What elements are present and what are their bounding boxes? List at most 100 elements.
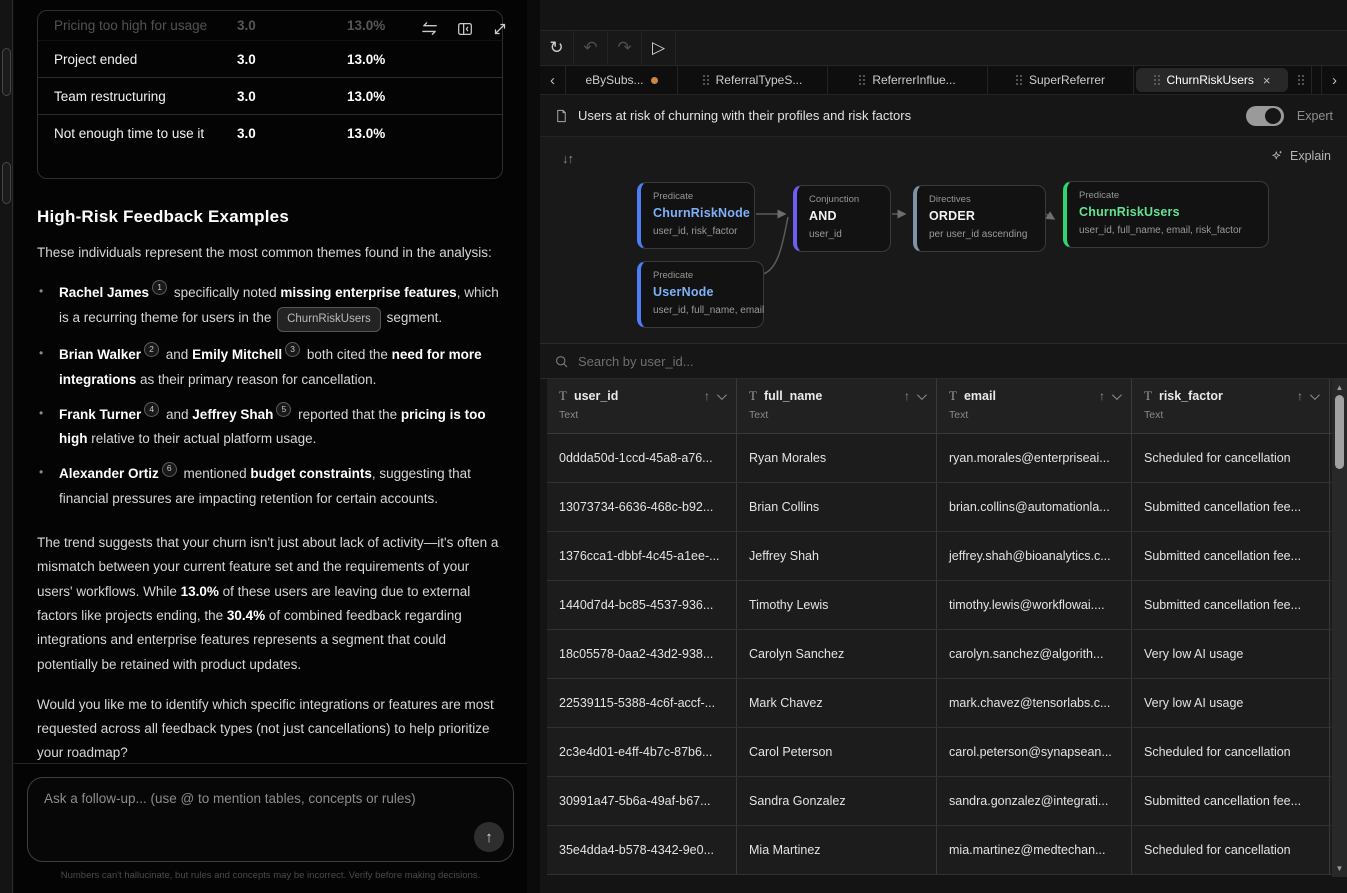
rail-handle[interactable] [2,48,11,96]
table-cell[interactable]: 1440d7d4-bc85-4537-936... [547,581,737,629]
query-node[interactable]: Conjunction AND user_id [793,185,891,252]
editor-tab[interactable]: ChurnRiskUsers × [1136,68,1288,92]
table-cell[interactable]: Jeffrey Shah [737,532,937,580]
table-cell[interactable]: 13073734-6636-468c-b92... [547,483,737,531]
search-input[interactable] [578,354,1333,369]
table-cell[interactable]: Submitted cancellation fee... [1132,777,1330,825]
followup-input-box[interactable]: ↑ [27,777,514,862]
table-cell[interactable]: Brian Collins [737,483,937,531]
citation-badge[interactable]: 3 [285,342,300,357]
table-cell[interactable]: Carol Peterson [737,728,937,776]
table-cell[interactable]: 30991a47-5b6a-49af-b67... [547,777,737,825]
table-cell[interactable]: 0ddda50d-1ccd-45a8-a76... [547,434,737,482]
swap-columns-icon[interactable] [420,20,439,39]
table-cell[interactable]: Timothy Lewis [737,581,937,629]
table-cell[interactable]: Scheduled for cancellation [1132,728,1330,776]
send-button[interactable]: ↑ [474,822,504,852]
sort-ascending-icon[interactable]: ↑ [904,389,910,403]
table-row[interactable]: 35e4dda4-b578-4342-9e0...Mia Martinezmia… [547,826,1347,875]
chevron-down-icon[interactable] [917,390,927,400]
editor-tab[interactable]: ReferralTypeS... [678,66,828,94]
table-row[interactable]: 1376cca1-dbbf-4c45-a1ee-...Jeffrey Shahj… [547,532,1347,581]
query-node[interactable]: Predicate ChurnRiskNode user_id, risk_fa… [637,182,755,249]
drag-handle-icon[interactable] [703,75,709,85]
table-cell[interactable]: Sandra Gonzalez [737,777,937,825]
table-cell[interactable]: brian.collins@automationla... [937,483,1132,531]
editor-tab[interactable]: eBySubs... [566,66,678,94]
table-cell[interactable]: Submitted cancellation fee... [1132,532,1330,580]
sort-ascending-icon[interactable]: ↑ [1297,389,1303,403]
query-node[interactable]: Predicate ChurnRiskUsers user_id, full_n… [1063,181,1269,248]
citation-badge[interactable]: 4 [144,402,159,417]
citation-badge[interactable]: 5 [276,402,291,417]
query-node[interactable]: Directives ORDER per user_id ascending [913,185,1046,252]
table-cell[interactable]: sandra.gonzalez@integrati... [937,777,1132,825]
column-header[interactable]: T full_name ↑ Text [737,379,937,433]
followup-input[interactable] [28,778,513,861]
expand-icon[interactable] [491,20,509,39]
table-row[interactable]: 30991a47-5b6a-49af-b67...Sandra Gonzalez… [547,777,1347,826]
table-cell[interactable]: carol.peterson@synapsean... [937,728,1132,776]
split-panel-icon[interactable] [456,20,474,39]
table-row[interactable]: 1440d7d4-bc85-4537-936...Timothy Lewisti… [547,581,1347,630]
table-cell[interactable]: Mark Chavez [737,679,937,727]
table-cell[interactable]: 35e4dda4-b578-4342-9e0... [547,826,737,874]
citation-badge[interactable]: 2 [144,342,159,357]
citation-badge[interactable]: 6 [162,462,177,477]
refresh-icon[interactable]: ↻ [540,31,574,65]
sort-ascending-icon[interactable]: ↑ [1099,389,1105,403]
table-cell[interactable]: jeffrey.shah@bioanalytics.c... [937,532,1132,580]
table-cell[interactable]: Submitted cancellation fee... [1132,483,1330,531]
table-cell[interactable]: Scheduled for cancellation [1132,434,1330,482]
column-header[interactable]: T email ↑ Text [937,379,1132,433]
table-cell[interactable]: 18c05578-0aa2-43d2-938... [547,630,737,678]
expert-toggle[interactable] [1246,106,1284,126]
close-icon[interactable]: × [1263,73,1271,88]
table-cell[interactable]: timothy.lewis@workflowai.... [937,581,1132,629]
table-cell[interactable]: carolyn.sanchez@algorith... [937,630,1132,678]
table-row[interactable]: 22539115-5388-4c6f-accf-...Mark Chavezma… [547,679,1347,728]
column-header[interactable]: T user_id ↑ Text [547,379,737,433]
table-cell[interactable]: Very low AI usage [1132,630,1330,678]
explain-button[interactable]: Explain [1270,149,1331,163]
scrollbar-thumb[interactable] [1335,395,1344,469]
table-cell[interactable]: mia.martinez@medtechan... [937,826,1132,874]
table-cell[interactable]: Carolyn Sanchez [737,630,937,678]
table-row[interactable]: 18c05578-0aa2-43d2-938...Carolyn Sanchez… [547,630,1347,679]
table-cell[interactable]: ryan.morales@enterpriseai... [937,434,1132,482]
table-cell[interactable]: Mia Martinez [737,826,937,874]
sort-ascending-icon[interactable]: ↑ [704,389,710,403]
table-cell[interactable]: 1376cca1-dbbf-4c45-a1ee-... [547,532,737,580]
redo-icon[interactable]: ↷ [608,31,642,65]
query-node[interactable]: Predicate UserNode user_id, full_name, e… [637,261,764,328]
chevron-down-icon[interactable] [717,390,727,400]
editor-tab[interactable]: SuperReferrer [988,66,1134,94]
undo-icon[interactable]: ↶ [574,31,608,65]
column-header[interactable]: T risk_factor ↑ Text [1132,379,1330,433]
editor-tab[interactable]: ReferrerInflue... [828,66,988,94]
table-cell[interactable]: Submitted cancellation fee... [1132,581,1330,629]
scroll-up-icon[interactable]: ▲ [1332,381,1347,394]
rail-handle[interactable] [2,162,11,204]
scroll-down-icon[interactable]: ▼ [1332,862,1347,875]
scroll-tabs-left-icon[interactable]: ‹ [540,66,566,94]
sort-vertical-icon[interactable]: ↓↑ [562,151,573,166]
chevron-down-icon[interactable] [1112,390,1122,400]
citation-badge[interactable]: 1 [152,280,167,295]
table-row[interactable]: 2c3e4d01-e4ff-4b7c-87b6...Carol Peterson… [547,728,1347,777]
drag-handle-icon[interactable] [1290,66,1312,94]
table-cell[interactable]: Ryan Morales [737,434,937,482]
table-cell[interactable]: 2c3e4d01-e4ff-4b7c-87b6... [547,728,737,776]
drag-handle-icon[interactable] [1154,75,1160,85]
table-cell[interactable]: Scheduled for cancellation [1132,826,1330,874]
table-reference-chip[interactable]: ChurnRiskUsers [277,307,381,333]
table-row[interactable]: 0ddda50d-1ccd-45a8-a76...Ryan Moralesrya… [547,434,1347,483]
chevron-down-icon[interactable] [1310,390,1320,400]
drag-handle-icon[interactable] [1016,75,1022,85]
run-icon[interactable]: ▷ [642,31,676,65]
table-cell[interactable]: Very low AI usage [1132,679,1330,727]
table-cell[interactable]: 22539115-5388-4c6f-accf-... [547,679,737,727]
table-cell[interactable]: mark.chavez@tensorlabs.c... [937,679,1132,727]
scroll-tabs-right-icon[interactable]: › [1321,66,1347,94]
table-row[interactable]: 13073734-6636-468c-b92...Brian Collinsbr… [547,483,1347,532]
